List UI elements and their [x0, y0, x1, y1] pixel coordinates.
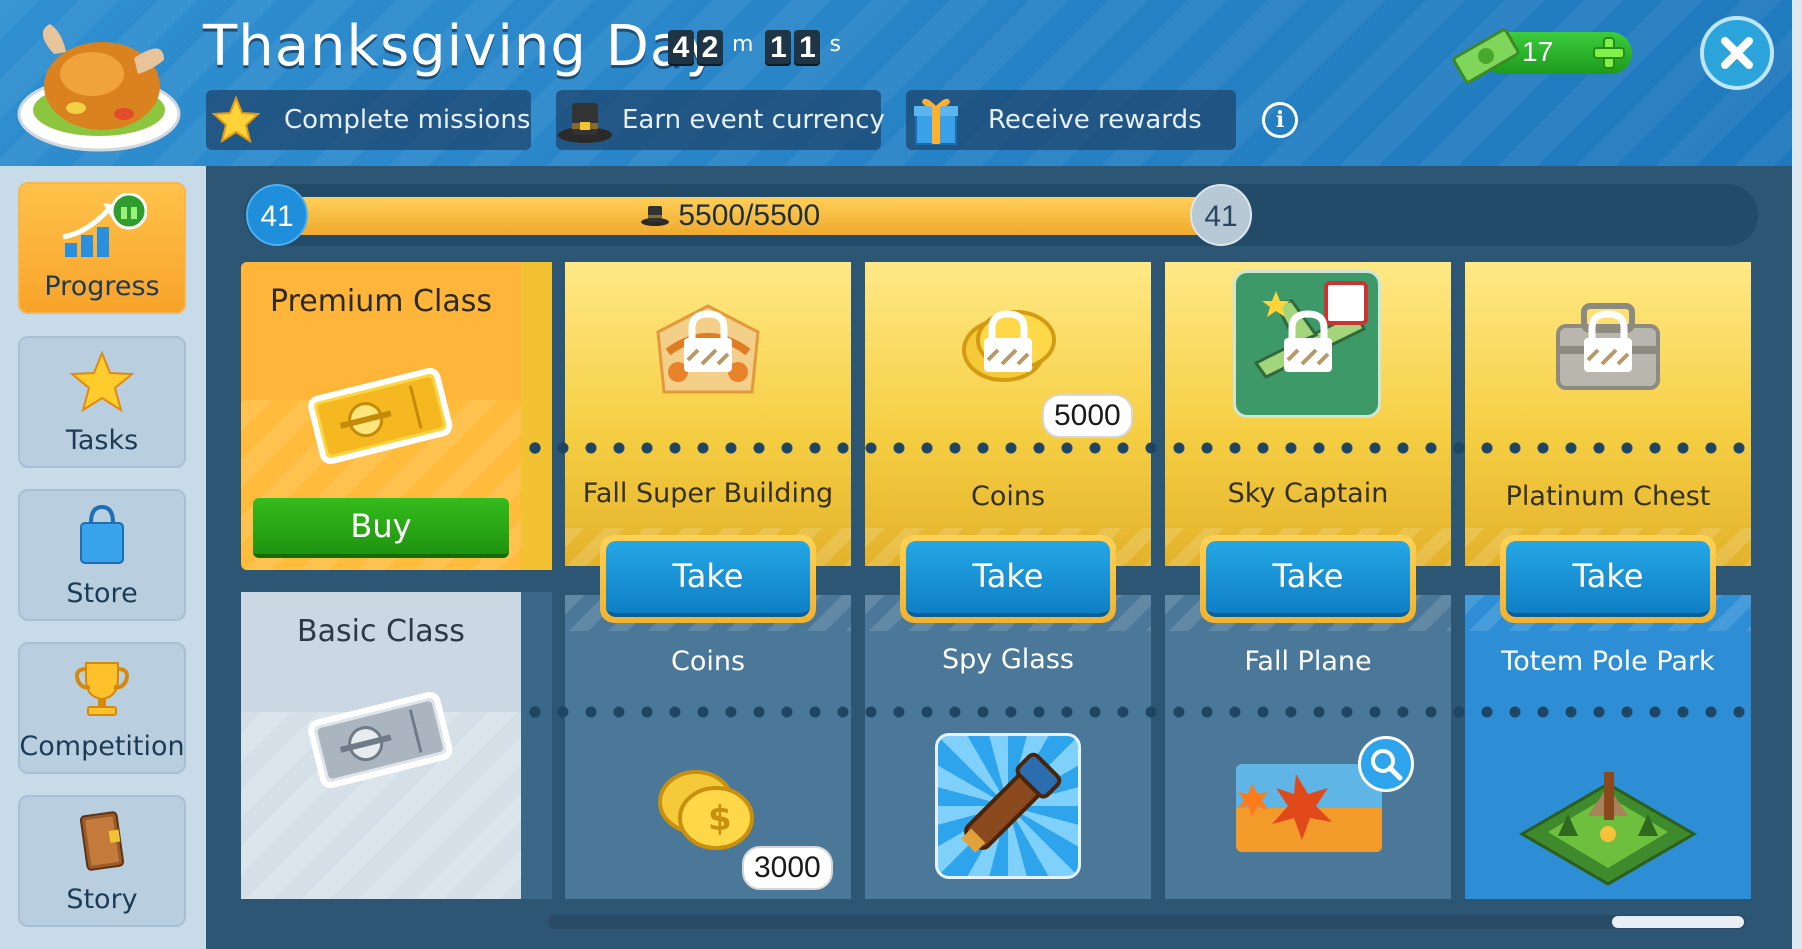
star-icon: [69, 338, 135, 425]
timer-minutes-digit-1: 4: [668, 30, 694, 66]
close-icon: [1721, 37, 1753, 69]
reward-label: Totem Pole Park: [1501, 646, 1715, 677]
pilgrim-hat-icon: [556, 90, 614, 150]
take-button-label: Take: [906, 541, 1110, 617]
lock-icon: [1278, 310, 1338, 378]
reward-label: Coins: [970, 481, 1046, 512]
take-button[interactable]: Take: [600, 535, 816, 623]
reward-label: Fall Plane: [1244, 646, 1372, 677]
reward-label: Platinum Chest: [1505, 481, 1711, 512]
silver-ticket-icon: [305, 684, 455, 798]
reward-label: Coins: [670, 646, 746, 677]
reward-quantity: 5000: [1042, 394, 1133, 438]
sidebar-item-progress[interactable]: Progress: [18, 182, 186, 314]
progress-chart-icon: [57, 184, 147, 271]
buy-premium-button[interactable]: Buy: [253, 498, 509, 558]
scrollbar-thumb[interactable]: [1612, 916, 1744, 928]
window-edge: [1792, 0, 1802, 949]
lock-icon: [1578, 310, 1638, 378]
event-timer: 42m11s: [668, 30, 853, 66]
info-button[interactable]: i: [1262, 102, 1298, 138]
reward-quantity: 3000: [742, 846, 833, 890]
timer-seconds-digit-2: 1: [794, 30, 821, 66]
timer-seconds-unit: s: [829, 32, 841, 57]
trophy-icon: [72, 644, 132, 731]
close-button[interactable]: [1700, 16, 1774, 90]
reward-label: Sky Captain: [1227, 478, 1389, 509]
gift-icon: [906, 90, 966, 150]
take-button-label: Take: [606, 541, 810, 617]
sidebar-item-label: Story: [66, 884, 138, 915]
progress-text: 5500/5500: [640, 197, 820, 235]
basic-track-dots-overlay: [521, 704, 1758, 720]
lock-icon: [678, 310, 738, 378]
take-button-label: Take: [1506, 541, 1710, 617]
currency-value: 17: [1522, 36, 1554, 67]
timer-minutes-unit: m: [732, 32, 754, 57]
book-icon: [76, 797, 128, 884]
basic-edge: [521, 592, 552, 899]
spy-glass-icon: [935, 733, 1081, 879]
cash-icon: [1452, 28, 1520, 88]
sidebar-item-label: Tasks: [65, 425, 139, 456]
coins-icon: $: [654, 760, 764, 860]
premium-class-title: Premium Class: [270, 284, 492, 319]
fall-plane-icon: [1236, 764, 1382, 852]
current-level-badge: 41: [246, 184, 308, 246]
take-button-label: Take: [1206, 541, 1410, 617]
step-label: Complete missions: [284, 105, 531, 135]
gold-ticket-icon: [305, 360, 455, 474]
premium-track-dots-overlay: [521, 440, 1758, 456]
svg-text:$: $: [708, 799, 732, 839]
lock-icon: [978, 310, 1038, 378]
sidebar-item-story[interactable]: Story: [18, 795, 186, 927]
step-label: Earn event currency: [622, 105, 885, 135]
sidebar-item-tasks[interactable]: Tasks: [18, 336, 186, 468]
event-title: Thanksgiving Day: [203, 14, 720, 79]
step-receive-rewards: Receive rewards: [906, 90, 1236, 150]
sidebar-item-competition[interactable]: Competition: [18, 642, 186, 774]
timer-minutes-digit-2: 2: [697, 30, 723, 66]
star-icon: [206, 90, 266, 150]
magnifier-icon: [1371, 749, 1403, 781]
premium-edge: [521, 262, 552, 570]
step-label: Receive rewards: [988, 105, 1202, 135]
reward-label: Fall Super Building: [582, 478, 834, 509]
step-earn-currency: Earn event currency: [556, 90, 885, 150]
sidebar-item-label: Competition: [19, 731, 185, 762]
add-currency-button[interactable]: [1592, 36, 1626, 74]
take-button[interactable]: Take: [1500, 535, 1716, 623]
sidebar-item-label: Progress: [44, 271, 160, 302]
basic-class-title: Basic Class: [297, 614, 465, 649]
preview-button[interactable]: [1358, 736, 1414, 792]
currency-display: 17: [1452, 28, 1632, 84]
take-button[interactable]: Take: [1200, 535, 1416, 623]
horizontal-scrollbar[interactable]: [548, 915, 1746, 929]
next-level-badge: 41: [1190, 184, 1252, 246]
totem-pole-park-icon: [1518, 756, 1698, 890]
reward-label: Spy Glass: [942, 644, 1074, 675]
sidebar-item-label: Store: [66, 578, 138, 609]
turkey-icon: [14, 14, 184, 154]
sidebar-item-store[interactable]: Store: [18, 489, 186, 621]
event-header: Thanksgiving Day 42m11s Complete mission…: [0, 0, 1802, 166]
shopping-bag-icon: [75, 491, 129, 578]
progress-value: 5500/5500: [678, 199, 821, 232]
timer-seconds-digit-1: 1: [765, 30, 792, 66]
pilgrim-hat-icon: [641, 206, 669, 226]
take-button[interactable]: Take: [900, 535, 1116, 623]
step-complete-missions: Complete missions: [206, 90, 531, 150]
